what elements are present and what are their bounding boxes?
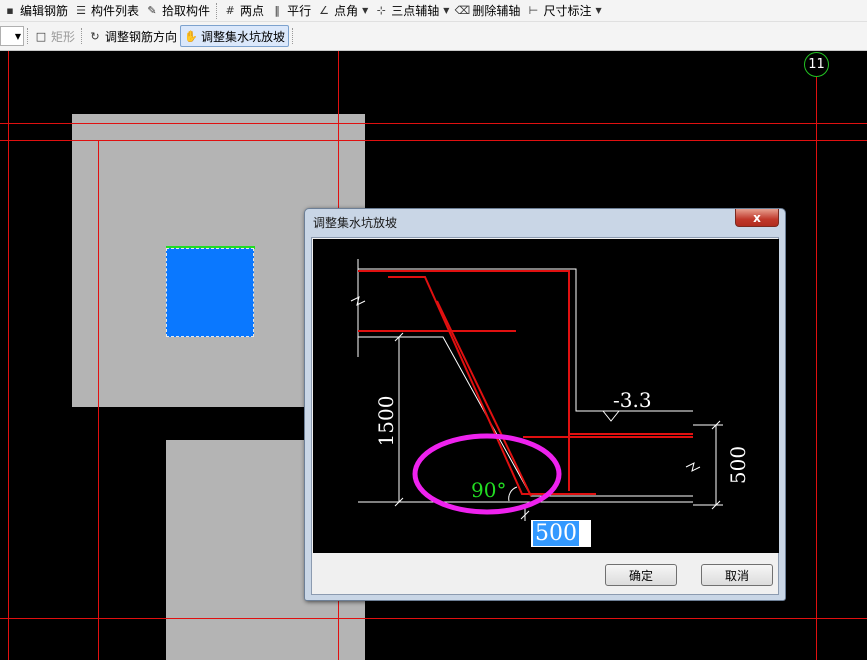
slope-section-figure: -3.3 1500 500 90° [313,239,779,553]
sump-pit[interactable] [166,248,254,337]
mode-dropdown[interactable]: ▼ [0,26,24,46]
grid-line [98,140,99,660]
dimension-button[interactable]: ⊢ 尺寸标注 ▼ [523,1,604,21]
edit-rebar-icon: ▪ [6,4,14,17]
adjust-pit-slope-button[interactable]: ✋ 调整集水坑放坡 [180,25,290,47]
rebar-direction-icon: ↻ [90,29,100,43]
pit-slope-outline [358,336,693,497]
slope-angle-label: 90° [471,478,506,502]
toolbar-separator [216,2,218,19]
slope-length-input[interactable]: 500 [531,520,591,547]
hand-icon: ✋ [184,29,198,43]
rectangle-button[interactable]: □ 矩形 [31,26,78,46]
point-angle-button[interactable]: ∠ 点角 ▼ [314,1,371,21]
ok-button[interactable]: 确定 [605,564,677,586]
grid-line [0,123,867,124]
component-list-button[interactable]: ☰ 构件列表 [71,1,142,21]
parallel-axis-button[interactable]: ‖ 平行 [267,1,314,21]
eyedropper-icon: ✎ [147,4,157,17]
cancel-button[interactable]: 取消 [701,564,773,586]
thickness-dimension-label: 500 [726,446,750,484]
close-icon: x [753,210,761,225]
chevron-down-icon[interactable]: ▼ [443,6,449,15]
grid-line [0,618,867,619]
delete-axis-button[interactable]: ⌫ 删除辅轴 [452,1,523,21]
point-angle-icon: ∠ [319,4,330,17]
pick-component-button[interactable]: ✎ 拾取构件 [142,1,213,21]
dialog-body: -3.3 1500 500 90° 500 确定 取消 [311,237,779,595]
chevron-down-icon: ▼ [14,31,21,41]
adjust-pit-slope-dialog: 调整集水坑放坡 x -3.3 1500 500 90° 500 确定 取消 [304,208,786,601]
elevation-triangle [602,410,620,422]
main-toolbar: ▪ 编辑钢筋 ☰ 构件列表 ✎ 拾取构件 # 两点 ‖ 平行 ∠ 点角 ▼ ⊹ … [0,0,867,22]
grid-line [8,51,9,660]
break-mark [685,462,701,472]
axis-label: 11 [804,52,829,77]
grid-line [816,77,817,660]
elevation-label: -3.3 [613,388,652,412]
chevron-down-icon[interactable]: ▼ [595,6,601,15]
three-point-icon: ⊹ [376,4,386,17]
rectangle-icon: □ [35,29,47,43]
close-button[interactable]: x [735,209,779,227]
chevron-down-icon[interactable]: ▼ [362,6,368,15]
section-drawing: -3.3 1500 500 90° [350,259,750,521]
toolbar-separator [27,28,28,44]
dialog-title: 调整集水坑放坡 [313,216,398,230]
depth-dimension-label: 1500 [374,396,398,447]
list-icon: ☰ [76,4,86,17]
two-point-icon: # [225,4,235,17]
toolbar-separator [292,28,294,44]
secondary-toolbar: ▼ □ 矩形 ↻ 调整钢筋方向 ✋ 调整集水坑放坡 [0,22,867,51]
edit-rebar-button[interactable]: ▪ 编辑钢筋 [0,1,71,21]
toolbar-separator [81,28,83,44]
dimension-icon: ⊢ [528,4,539,17]
grid-line [0,140,867,141]
adjust-rebar-direction-button[interactable]: ↻ 调整钢筋方向 [85,26,180,46]
angle-arc [508,486,518,502]
three-point-axis-button[interactable]: ⊹ 三点辅轴 ▼ [371,1,452,21]
eraser-icon: ⌫ [454,4,471,17]
parallel-icon: ‖ [274,4,280,17]
two-point-axis-button[interactable]: # 两点 [220,1,267,21]
